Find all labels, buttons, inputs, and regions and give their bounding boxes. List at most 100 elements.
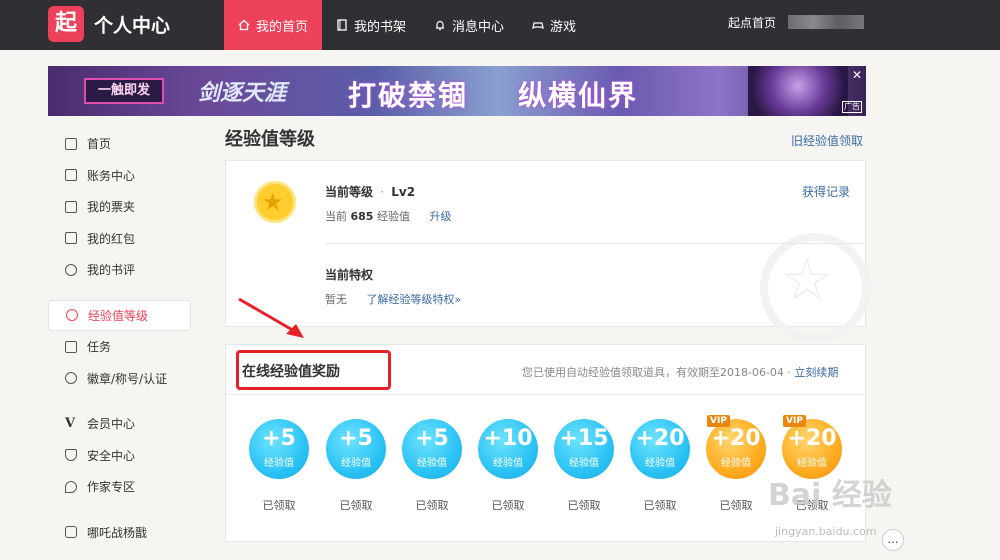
bell-icon — [436, 20, 445, 31]
page-title: 经验值等级 — [225, 129, 315, 150]
qidian-home-link[interactable]: 起点首页 — [728, 14, 776, 31]
sidebar-item-red-packet[interactable]: 我的红包 — [48, 223, 191, 255]
reward-amount: +15 — [559, 426, 609, 451]
reward-amount: +5 — [339, 426, 373, 451]
reward-bubble[interactable]: +5 经验值 — [326, 419, 386, 479]
earn-record-link[interactable]: 获得记录 — [802, 183, 850, 200]
nav-label: 消息中心 — [452, 19, 505, 35]
nav-label: 我的首页 — [256, 19, 309, 35]
reward-unit: 经验值 — [797, 458, 827, 469]
banner-character-image — [748, 66, 848, 116]
annotation-arrow-icon — [238, 297, 304, 338]
sidebar-item-home[interactable]: 首页 — [48, 128, 191, 160]
nav-my-bookshelf[interactable]: 我的书架 — [322, 0, 420, 50]
brand-title: 个人中心 — [94, 15, 171, 37]
reward-bubble[interactable]: +15 经验值 — [554, 419, 614, 479]
divider — [325, 243, 866, 244]
reward-unit: 经验值 — [569, 458, 599, 469]
banner-slogan-1: 打破禁锢 — [348, 79, 469, 112]
top-bar: 起 个人中心 我的首页 我的书架 消息中心 游戏 起点首页 — [0, 0, 1000, 50]
sidebar-item-author[interactable]: 作家专区 — [48, 471, 191, 503]
auto-claim-note: 您已使用自动经验值领取道具，有效期至2018-06-04 · 立刻续期 — [522, 364, 838, 380]
username-blurred[interactable] — [788, 15, 864, 29]
sidebar-item-badges[interactable]: 徽章/称号/认证 — [48, 363, 191, 395]
reward-status: 已领取 — [262, 499, 296, 512]
reward-status: 已领取 — [415, 499, 449, 512]
online-reward-title: 在线经验值奖励 — [242, 364, 340, 380]
reward-item: +5 经验值 已领取 — [249, 419, 309, 513]
reward-status: 已领取 — [339, 499, 373, 512]
nav-label: 游戏 — [550, 19, 577, 35]
sidebar-item-reviews[interactable]: 我的书评 — [48, 254, 191, 286]
baidu-watermark-url: jingyan.baidu.com — [775, 525, 877, 538]
reward-amount: +10 — [483, 426, 533, 451]
ad-banner[interactable]: 一触即发 剑逐天涯 打破禁锢 纵横仙界 ✕ 广告 — [48, 66, 866, 116]
sidebar-item-billing[interactable]: 账务中心 — [48, 160, 191, 192]
baidu-watermark: Bai 经验 — [768, 478, 892, 513]
nav-my-home[interactable]: 我的首页 — [224, 0, 323, 50]
reward-bubble[interactable]: +5 经验值 — [249, 419, 309, 479]
reward-item-vip: VIP +20 经验值 已领取 — [706, 415, 766, 513]
red-packet-icon — [65, 232, 77, 245]
pen-icon — [65, 480, 77, 493]
book-icon — [337, 19, 347, 31]
reward-item: +10 经验值 已领取 — [478, 419, 538, 513]
reward-unit: 经验值 — [493, 458, 523, 469]
qidian-logo[interactable]: 起 — [48, 6, 84, 42]
badge-icon — [65, 372, 77, 385]
sidebar-item-label: 账务中心 — [87, 168, 136, 183]
star-icon: ★ — [262, 188, 284, 216]
gamepad-icon — [65, 526, 77, 539]
current-points: 当前 685 经验值 升级 — [325, 208, 451, 224]
reward-bubble[interactable]: +10 经验值 — [478, 419, 538, 479]
current-level-value: Lv2 — [391, 185, 416, 199]
reward-status: 已领取 — [719, 499, 753, 512]
reward-status: 已领取 — [567, 499, 601, 512]
reward-unit: 经验值 — [264, 458, 294, 469]
reward-unit: 经验值 — [417, 458, 447, 469]
sidebar-item-label: 任务 — [87, 340, 112, 355]
sidebar-item-label: 经验值等级 — [88, 308, 149, 323]
reward-amount: +5 — [415, 426, 449, 451]
level-icon — [66, 309, 78, 322]
separator-dot: · — [380, 185, 385, 199]
home-icon — [65, 137, 77, 150]
nav-games[interactable]: 游戏 — [518, 0, 590, 50]
sidebar-item-label: 我的票夹 — [87, 200, 136, 215]
divider — [226, 394, 865, 395]
old-exp-claim-link[interactable]: 旧经验值领取 — [791, 132, 863, 149]
reward-bubble-vip[interactable]: VIP +20 经验值 — [706, 415, 766, 479]
vip-icon: V — [65, 416, 76, 432]
chat-icon[interactable]: … — [882, 529, 904, 551]
points-value: 685 — [350, 210, 374, 223]
renew-link[interactable]: 立刻续期 — [794, 366, 838, 379]
reward-item: +5 经验值 已领取 — [326, 419, 386, 513]
reward-bubble[interactable]: +5 经验值 — [402, 419, 462, 479]
reward-amount: +20 — [787, 426, 837, 451]
reward-amount: +20 — [711, 426, 761, 451]
points-prefix: 当前 — [325, 210, 347, 223]
banner-slogan-2: 纵横仙界 — [518, 79, 639, 112]
upgrade-link[interactable]: 升级 — [429, 210, 451, 223]
privilege-info-link[interactable]: 了解经验等级特权» — [367, 293, 462, 306]
sidebar-item-tasks[interactable]: 任务 — [48, 331, 191, 363]
sidebar-item-security[interactable]: 安全中心 — [48, 440, 191, 472]
reward-item: +15 经验值 已领取 — [554, 419, 614, 513]
reward-bubble[interactable]: +20 经验值 — [630, 419, 690, 479]
reward-unit: 经验值 — [721, 458, 751, 469]
document-icon — [65, 169, 77, 182]
current-level: 当前等级 · Lv2 — [325, 183, 415, 200]
sidebar-item-game[interactable]: 哪吒战杨戬 — [48, 517, 191, 549]
sidebar-item-label: 首页 — [87, 137, 112, 152]
nav-message-center[interactable]: 消息中心 — [420, 0, 518, 50]
sidebar-item-exp-level[interactable]: 经验值等级 — [48, 299, 191, 331]
sidebar-item-label: 我的书评 — [87, 263, 136, 278]
sidebar-item-label: 作家专区 — [87, 480, 136, 495]
reward-item: +20 经验值 已领取 — [630, 419, 690, 513]
reward-amount: +20 — [635, 426, 685, 451]
close-icon[interactable]: ✕ — [852, 68, 862, 82]
sidebar-item-vip[interactable]: V 会员中心 — [48, 408, 191, 440]
sidebar-item-tickets[interactable]: 我的票夹 — [48, 191, 191, 223]
sidebar-item-label: 徽章/称号/认证 — [87, 371, 168, 386]
